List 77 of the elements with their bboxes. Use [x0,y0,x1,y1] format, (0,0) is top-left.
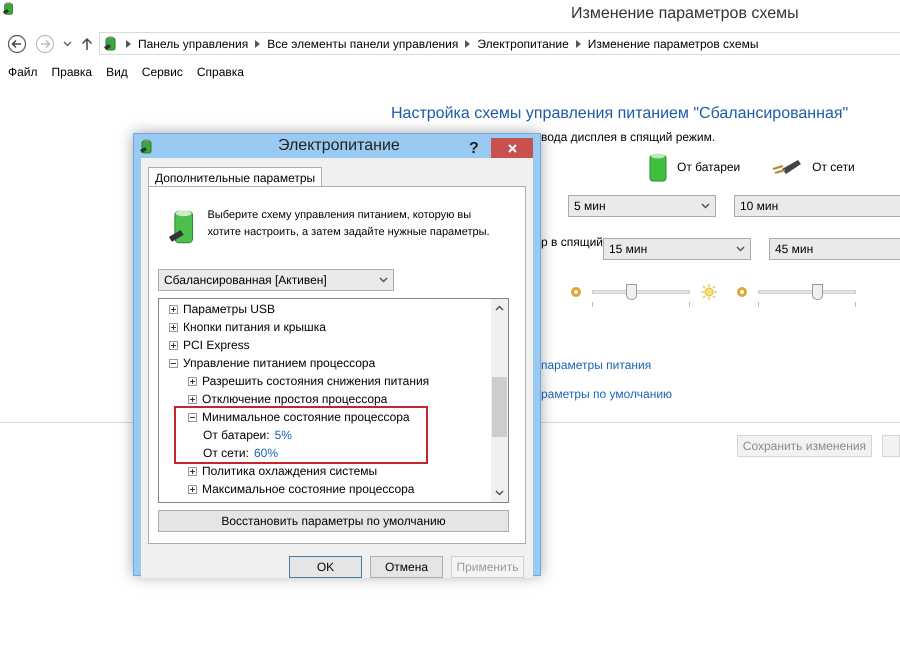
chevron-right-icon [255,40,260,48]
setting-label: От батареи: [203,427,270,444]
close-button[interactable] [491,138,533,158]
expand-icon[interactable] [188,394,197,404]
slider-thumb[interactable] [626,284,638,300]
setting-label: От сети: [203,445,249,462]
brightness-slider[interactable] [592,284,690,308]
scrollbar[interactable] [491,299,508,502]
chevron-down-icon [736,246,745,252]
expand-icon[interactable] [188,466,197,476]
column-label: От сети [812,159,855,176]
tree-item[interactable]: Отключение простоя процессора [202,390,388,408]
chevron-down-icon [379,277,388,283]
page-heading: Настройка схемы управления питанием "Сбалансированная" [391,104,850,124]
menu-item[interactable]: Сервис [142,63,183,81]
menu-item[interactable]: Файл [8,63,38,81]
tree-item[interactable]: Политика охлаждения системы [202,462,378,480]
up-arrow-icon[interactable] [81,36,93,50]
scroll-up-icon[interactable] [495,305,504,311]
setting-value[interactable]: 5% [274,426,292,444]
brightness-slider[interactable] [758,284,856,308]
menu-item[interactable]: Правка [52,63,92,81]
intro-text: Выберите схему управления питанием, которую вы хотите настроить, а затем задайте нужные параметры. [207,208,491,240]
time-dropdown[interactable]: 45 мин [769,238,900,260]
menu-item[interactable]: Вид [106,63,128,81]
breadcrumb[interactable]: Электропитание [477,34,569,52]
expand-icon[interactable] [169,340,178,350]
dialog-button[interactable]: OK [289,556,362,578]
menu-item[interactable]: Справка [196,63,244,81]
chevron-right-icon [576,40,581,48]
close-icon [508,144,516,152]
tree-item[interactable]: Минимальное состояние процессора [202,408,410,426]
collapse-icon[interactable] [169,358,178,368]
chevron-right-icon [465,40,470,48]
dim-brightness-icon [736,286,748,298]
dialog-title: Электропитание [278,136,400,156]
setting-label: р в спящий [541,234,603,251]
tree-item[interactable]: Максимальное состояние процессора [202,480,414,498]
column-label: От батареи [677,159,740,176]
dialog-tab[interactable]: Дополнительные параметры [148,167,322,187]
expand-icon[interactable] [169,304,178,314]
breadcrumb[interactable]: Панель управления [138,34,248,52]
tree-item[interactable]: Кнопки питания и крышка [183,318,326,336]
chevron-down-icon [701,203,710,209]
plug-icon [772,157,802,177]
expand-icon[interactable] [188,376,197,386]
time-dropdown[interactable]: 10 мин [734,195,900,217]
tree-item[interactable]: Параметры USB [183,300,275,318]
slider-thumb[interactable] [812,284,823,300]
window-title: Изменение параметров схемы [571,4,799,24]
breadcrumb[interactable]: Все элементы панели управления [267,34,458,52]
restore-defaults-button[interactable]: Восстановить параметры по умолчанию [158,510,509,532]
settings-link[interactable]: раметры по умолчанию [541,385,900,403]
dialog-button[interactable]: Отмена [370,556,443,578]
time-dropdown[interactable]: 15 мин [603,238,751,260]
tree-item[interactable]: Разрешить состояния снижения питания [202,372,430,390]
expand-icon[interactable] [169,322,178,332]
chevron-right-icon [126,40,131,48]
settings-link[interactable]: параметры питания [541,356,900,374]
chevron-down-icon [63,40,72,46]
breadcrumb[interactable]: Изменение параметров схемы [588,34,758,52]
tree-item[interactable]: Управление питанием процессора [183,354,376,372]
back-icon[interactable] [7,34,27,54]
collapse-icon[interactable] [188,412,197,422]
scheme-dropdown[interactable]: Сбалансированная [Активен] [158,269,394,291]
dim-brightness-icon [570,286,582,298]
tree-item[interactable]: PCI Express [183,336,250,354]
sun-icon [700,283,718,301]
description-text: вода дисплея в спящий режим. [541,130,716,144]
expand-icon[interactable] [188,484,197,494]
battery-icon [649,152,667,182]
setting-value[interactable]: 60% [254,444,278,462]
help-button[interactable]: ? [469,137,479,161]
time-dropdown[interactable]: 5 мин [568,195,716,217]
address-bar[interactable]: Панель управления Все элементы панели управления Электропитание Изменение параметров схемы [99,32,900,55]
scroll-down-icon[interactable] [495,490,504,496]
battery-plug-icon [2,2,16,16]
